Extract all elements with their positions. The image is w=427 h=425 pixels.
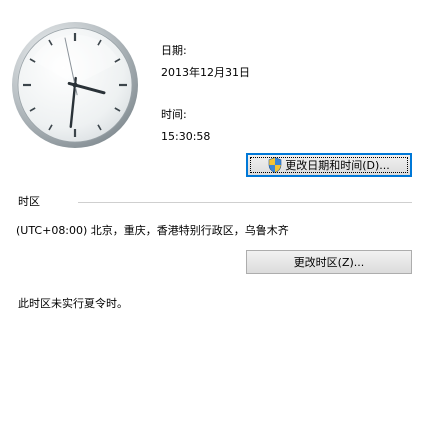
change-date-time-button-label: 更改日期和时间(D)...: [285, 159, 390, 172]
analog-clock: [12, 22, 138, 148]
change-timezone-button-label: 更改时区(Z)...: [293, 256, 365, 269]
date-label: 日期:: [161, 44, 187, 57]
timezone-divider: [78, 202, 412, 203]
time-value: 15:30:58: [161, 130, 211, 143]
date-time-settings-panel: 日期: 2013年12月31日 时间: 15:30:58 更改日期和时间(D).…: [0, 0, 427, 425]
timezone-section-label: 时区: [18, 195, 40, 208]
change-date-time-button[interactable]: 更改日期和时间(D)...: [246, 153, 412, 177]
uac-shield-icon: [268, 157, 282, 173]
change-timezone-button[interactable]: 更改时区(Z)...: [246, 250, 412, 274]
timezone-value: (UTC+08:00) 北京，重庆，香港特别行政区，乌鲁木齐: [16, 224, 289, 237]
dst-note: 此时区未实行夏令时。: [18, 297, 128, 310]
time-label: 时间:: [161, 108, 187, 121]
clock-center-pin: [72, 82, 78, 88]
date-value: 2013年12月31日: [161, 66, 250, 79]
